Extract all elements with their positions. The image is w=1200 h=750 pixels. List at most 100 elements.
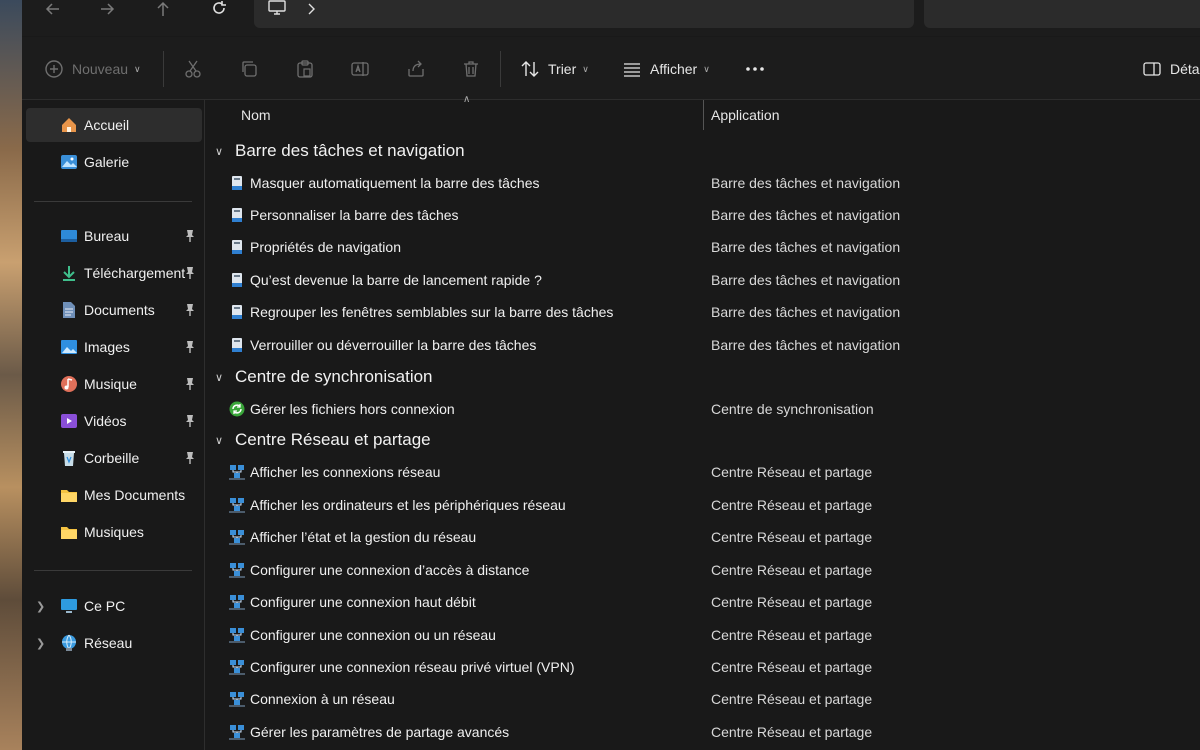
item-name: Gérer les paramètres de partage avancés — [250, 724, 510, 740]
sidebar-item-label: Images — [84, 339, 130, 355]
up-icon[interactable] — [148, 0, 178, 22]
pin-icon[interactable] — [184, 266, 196, 280]
sidebar-item-images[interactable]: Images — [26, 330, 202, 364]
sidebar-item-downloads[interactable]: Téléchargement — [26, 256, 202, 290]
view-button[interactable]: Afficher ∨ — [622, 57, 710, 81]
item-name: Configurer une connexion d’accès à dista… — [250, 562, 530, 578]
pin-icon[interactable] — [184, 451, 196, 465]
list-item[interactable]: Regrouper les fenêtres semblables sur la… — [205, 296, 1200, 328]
back-icon[interactable] — [38, 0, 68, 22]
network-center-icon — [229, 725, 245, 740]
column-resize-handle[interactable] — [703, 100, 704, 130]
view-list-icon — [624, 63, 640, 77]
sidebar-item-musiques[interactable]: Musiques — [26, 515, 202, 549]
network-icon — [62, 634, 76, 651]
list-item[interactable]: Masquer automatiquement la barre des tâc… — [205, 167, 1200, 199]
expand-chevron-icon[interactable]: ❯ — [36, 600, 45, 613]
rename-button[interactable] — [350, 57, 370, 81]
refresh-icon[interactable] — [204, 0, 234, 22]
column-header-application[interactable]: Application — [711, 100, 780, 130]
delete-button[interactable] — [461, 57, 481, 81]
list-item[interactable]: Gérer les fichiers hors connexion Centre… — [205, 393, 1200, 425]
breadcrumb-chevron-icon[interactable] — [306, 3, 316, 15]
sidebar-divider — [34, 570, 192, 571]
search-box[interactable] — [924, 0, 1200, 28]
item-application: Barre des tâches et navigation — [711, 207, 901, 223]
column-header-name[interactable]: Nom — [241, 100, 271, 130]
item-application: Centre Réseau et partage — [711, 691, 873, 707]
list-item[interactable]: Configurer une connexion ou un réseau Ce… — [205, 619, 1200, 651]
copy-button[interactable] — [239, 57, 259, 81]
list-item[interactable]: Verrouiller ou déverrouiller la barre de… — [205, 329, 1200, 361]
sidebar-item-my-documents[interactable]: Mes Documents — [26, 478, 202, 512]
list-item[interactable]: Configurer une connexion haut débit Cent… — [205, 586, 1200, 618]
expand-chevron-icon[interactable]: ❯ — [36, 637, 45, 650]
sidebar-item-desktop[interactable]: Bureau — [26, 219, 202, 253]
group-title: Barre des tâches et navigation — [235, 141, 465, 160]
list-item[interactable]: Configurer une connexion réseau privé vi… — [205, 651, 1200, 683]
file-explorer-window: Nouveau ∨ Trier ∨ Afficher ∨ Déta Accuei… — [22, 0, 1200, 750]
this-pc-icon — [61, 599, 77, 613]
navigation-bar — [22, 0, 1200, 36]
pin-icon[interactable] — [184, 377, 196, 391]
sidebar-item-label: Réseau — [84, 635, 133, 651]
address-bar[interactable] — [254, 0, 914, 28]
more-options-button[interactable] — [744, 57, 766, 81]
paste-button[interactable] — [295, 57, 315, 81]
taskbar-icon — [232, 176, 242, 190]
documents-icon — [63, 302, 75, 318]
forward-icon[interactable] — [92, 0, 122, 22]
group-title: Centre Réseau et partage — [235, 430, 431, 449]
sidebar-item-label: Galerie — [84, 154, 130, 170]
pin-icon[interactable] — [184, 229, 196, 243]
pin-icon[interactable] — [184, 414, 196, 428]
pin-icon[interactable] — [184, 340, 196, 354]
sidebar-item-this-pc[interactable]: ❯ Ce PC — [26, 589, 202, 623]
taskbar-icon — [232, 305, 242, 319]
network-center-icon — [229, 595, 245, 610]
network-center-icon — [229, 692, 245, 707]
music-icon — [61, 376, 77, 392]
new-button[interactable]: Nouveau ∨ — [44, 57, 141, 81]
sidebar-item-home[interactable]: Accueil — [26, 108, 202, 142]
list-item[interactable]: Gérer les paramètres de partage avancés … — [205, 716, 1200, 748]
item-application: Centre Réseau et partage — [711, 529, 873, 545]
sidebar-item-videos[interactable]: Vidéos — [26, 404, 202, 438]
item-name: Configurer une connexion haut débit — [250, 594, 476, 610]
collapse-chevron-icon: ∨ — [215, 434, 224, 447]
cut-button[interactable] — [183, 57, 203, 81]
list-item[interactable]: Qu’est devenue la barre de lancement rap… — [205, 264, 1200, 296]
sidebar-item-label: Ce PC — [84, 598, 126, 614]
pin-icon[interactable] — [184, 303, 196, 317]
sidebar-item-recycle-bin[interactable]: Corbeille — [26, 441, 202, 475]
sidebar-item-music[interactable]: Musique — [26, 367, 202, 401]
list-item[interactable]: Afficher l’état et la gestion du réseau … — [205, 521, 1200, 553]
clipboard-icon — [297, 60, 313, 78]
list-item[interactable]: Connexion à un réseau Centre Réseau et p… — [205, 683, 1200, 715]
sort-button[interactable]: Trier ∨ — [520, 57, 589, 81]
sidebar-item-network[interactable]: ❯ Réseau — [26, 626, 202, 660]
share-button[interactable] — [406, 57, 426, 81]
list-item[interactable]: Propriétés de navigation Barre des tâche… — [205, 231, 1200, 263]
list-item[interactable]: Personnaliser la barre des tâches Barre … — [205, 199, 1200, 231]
download-icon — [63, 266, 75, 281]
details-pane-button[interactable]: Déta — [1142, 57, 1200, 81]
sidebar-item-gallery[interactable]: Galerie — [26, 145, 202, 179]
list-item[interactable]: Configurer une connexion d’accès à dista… — [205, 554, 1200, 586]
plus-circle-icon — [45, 60, 63, 78]
group-header[interactable]: ∨ Centre Réseau et partage — [215, 426, 431, 454]
list-item[interactable]: Afficher les ordinateurs et les périphér… — [205, 489, 1200, 521]
item-name: Afficher les connexions réseau — [250, 464, 441, 480]
chevron-down-icon: ∨ — [134, 63, 141, 74]
share-icon — [408, 60, 424, 77]
collapse-chevron-icon: ∨ — [215, 145, 224, 158]
item-name: Configurer une connexion réseau privé vi… — [250, 659, 575, 675]
group-header[interactable]: ∨ Barre des tâches et navigation — [215, 137, 465, 165]
group-header[interactable]: ∨ Centre de synchronisation — [215, 363, 433, 391]
trash-icon — [464, 61, 478, 77]
sidebar-item-label: Vidéos — [84, 413, 127, 429]
list-item[interactable]: Afficher les connexions réseau Centre Ré… — [205, 456, 1200, 488]
folder-icon — [61, 490, 77, 502]
sidebar-item-documents[interactable]: Documents — [26, 293, 202, 327]
this-pc-icon — [268, 0, 286, 15]
